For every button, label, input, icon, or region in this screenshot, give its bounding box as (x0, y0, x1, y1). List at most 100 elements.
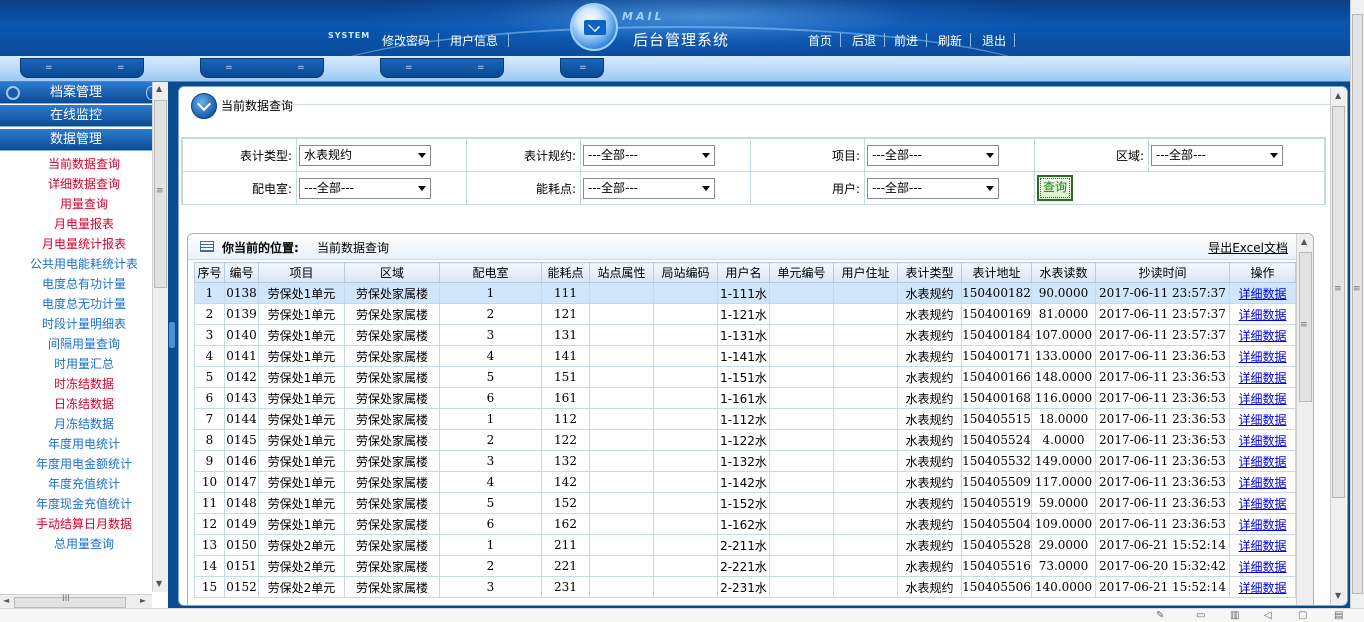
scroll-thumb[interactable] (1332, 106, 1345, 498)
sidebar-menu-item[interactable]: 时冻结数据 (0, 374, 168, 394)
sidebar-scrollbar[interactable]: ▲ ≡ ▼ (152, 82, 168, 592)
power-icon[interactable]: ▭ (1196, 610, 1205, 621)
subbar-tab-1[interactable]: = = (20, 58, 144, 78)
subbar-tab-4[interactable]: = (560, 58, 604, 78)
table-row[interactable]: 2 0139 劳保处1单元 劳保处家属楼 2 121 1-121水 水表规约 150400169… (194, 303, 1296, 325)
column-header[interactable]: 操作 (1229, 262, 1296, 283)
sidebar-menu-item[interactable]: 年度用电金额统计 (0, 454, 168, 474)
details-link[interactable]: 详细数据 (1238, 434, 1286, 448)
table-row[interactable]: 15 0152 劳保处2单元 劳保处家属楼 3 231 2-231水 水表规约 15040550… (194, 576, 1296, 598)
table-row[interactable]: 13 0150 劳保处2单元 劳保处家属楼 1 211 2-211水 水表规约 15040552… (194, 534, 1296, 556)
column-header[interactable]: 表计地址 (961, 262, 1032, 283)
sidebar-menu-item[interactable]: 日冻结数据 (0, 394, 168, 414)
details-link[interactable]: 详细数据 (1238, 392, 1286, 406)
details-link[interactable]: 详细数据 (1238, 539, 1286, 553)
table-row[interactable]: 14 0151 劳保处2单元 劳保处家属楼 2 221 2-221水 水表规约 15040551… (194, 555, 1296, 577)
sidebar-menu-item[interactable]: 年度充值统计 (0, 474, 168, 494)
layout-icon[interactable]: ▤ (1334, 610, 1343, 621)
change-password-link[interactable]: 修改密码 (376, 32, 436, 49)
column-header[interactable]: 区域 (344, 262, 440, 283)
column-header[interactable]: 单元编号 (769, 262, 834, 283)
scroll-left-icon[interactable]: ◄ (3, 596, 9, 605)
scroll-thumb[interactable] (1352, 14, 1363, 594)
trash-icon[interactable]: ▥ (1230, 610, 1239, 621)
sidebar-section-data[interactable]: 数据管理 (0, 129, 152, 151)
sidebar-menu-item[interactable]: 年度用电统计 (0, 434, 168, 454)
sidebar-splitter[interactable] (168, 82, 176, 622)
sidebar-menu-item[interactable]: 当前数据查询 (0, 154, 168, 174)
table-row[interactable]: 10 0147 劳保处1单元 劳保处家属楼 4 142 1-142水 水表规约 15040550… (194, 471, 1296, 493)
back-link[interactable]: 后退 (846, 32, 882, 49)
scroll-down-icon[interactable]: ▼ (1335, 591, 1341, 600)
scroll-down-icon[interactable]: ▼ (156, 579, 162, 588)
sidebar-section-archive[interactable]: 档案管理 (0, 82, 156, 104)
details-link[interactable]: 详细数据 (1238, 308, 1286, 322)
sidebar-menu-item[interactable]: 手动结算日月数据 (0, 514, 168, 534)
meter-type-select[interactable]: 水表规约 (299, 144, 431, 166)
sidebar-menu-item[interactable]: 间隔用量查询 (0, 334, 168, 354)
column-header[interactable]: 序号 (194, 262, 225, 283)
sidebar-menu-item[interactable]: 用量查询 (0, 194, 168, 214)
details-link[interactable]: 详细数据 (1238, 476, 1286, 490)
column-header[interactable]: 表计类型 (897, 262, 962, 283)
sidebar-menu-item[interactable]: 月电量统计报表 (0, 234, 168, 254)
details-link[interactable]: 详细数据 (1238, 497, 1286, 511)
column-header[interactable]: 编号 (224, 262, 259, 283)
table-row[interactable]: 11 0148 劳保处1单元 劳保处家属楼 5 152 1-152水 水表规约 15040551… (194, 492, 1296, 514)
results-scrollbar[interactable]: ▲ ≡ (1296, 234, 1313, 605)
column-header[interactable]: 水表读数 (1031, 262, 1096, 283)
column-header[interactable]: 用户名 (717, 262, 770, 283)
column-header[interactable]: 抄读时间 (1095, 262, 1230, 283)
subbar-tab-3[interactable]: = = (380, 58, 504, 78)
table-row[interactable]: 8 0145 劳保处1单元 劳保处家属楼 2 122 1-122水 水表规约 150405524… (194, 429, 1296, 451)
table-row[interactable]: 3 0140 劳保处1单元 劳保处家属楼 3 131 1-131水 水表规约 150400184… (194, 324, 1296, 346)
sidebar-menu-item[interactable]: 电度总无功计量 (0, 294, 168, 314)
sidebar-menu-item[interactable]: 月电量报表 (0, 214, 168, 234)
sidebar-menu-item[interactable]: 公共用电能耗统计表 (0, 254, 168, 274)
column-header[interactable]: 局站编码 (653, 262, 718, 283)
details-link[interactable]: 详细数据 (1238, 413, 1286, 427)
table-row[interactable]: 7 0144 劳保处1单元 劳保处家属楼 1 112 1-112水 水表规约 150405515… (194, 408, 1296, 430)
refresh-link[interactable]: 刷新 (932, 32, 968, 49)
user-select[interactable]: ---全部--- (867, 177, 999, 199)
scroll-up-icon[interactable]: ▲ (1301, 237, 1307, 246)
sidebar-menu-item[interactable]: 电度总有功计量 (0, 274, 168, 294)
sidebar-menu-item[interactable]: 总用量查询 (0, 534, 168, 554)
page-scrollbar[interactable]: ≡ (1350, 0, 1364, 608)
meter-protocol-select[interactable]: ---全部--- (583, 144, 715, 166)
project-select[interactable]: ---全部--- (867, 144, 999, 166)
details-link[interactable]: 详细数据 (1238, 350, 1286, 364)
details-link[interactable]: 详细数据 (1238, 329, 1286, 343)
logout-link[interactable]: 退出 (976, 32, 1012, 49)
table-row[interactable]: 1 0138 劳保处1单元 劳保处家属楼 1 111 1-111水 水表规约 150400182… (194, 282, 1296, 304)
sidebar-menu-item[interactable]: 时段计量明细表 (0, 314, 168, 334)
table-row[interactable]: 4 0141 劳保处1单元 劳保处家属楼 4 141 1-141水 水表规约 150400171… (194, 345, 1296, 367)
details-link[interactable]: 详细数据 (1238, 455, 1286, 469)
subbar-tab-2[interactable]: = = (200, 58, 324, 78)
splitter-knob[interactable] (169, 322, 175, 348)
scroll-up-icon[interactable]: ▲ (156, 84, 162, 93)
scroll-right-icon[interactable]: ► (140, 596, 146, 605)
home-link[interactable]: 首页 (802, 32, 838, 49)
details-link[interactable]: 详细数据 (1238, 287, 1286, 301)
window-icon[interactable]: ▢ (1298, 610, 1307, 621)
column-header[interactable]: 能耗点 (541, 262, 590, 283)
network-icon[interactable]: ✎ (1156, 610, 1164, 621)
details-link[interactable]: 详细数据 (1238, 560, 1286, 574)
scroll-up-icon[interactable]: ▲ (1335, 91, 1341, 100)
column-header[interactable]: 用户住址 (833, 262, 898, 283)
user-info-link[interactable]: 用户信息 (444, 32, 504, 49)
export-excel-link[interactable]: 导出Excel文档 (1208, 239, 1288, 256)
details-link[interactable]: 详细数据 (1238, 518, 1286, 532)
column-header[interactable]: 配电室 (439, 262, 542, 283)
table-row[interactable]: 9 0146 劳保处1单元 劳保处家属楼 3 132 1-132水 水表规约 150405532… (194, 450, 1296, 472)
sidebar-menu-item[interactable]: 详细数据查询 (0, 174, 168, 194)
content-scrollbar[interactable]: ▲ ≡ ▼ (1330, 88, 1346, 604)
column-header[interactable]: 项目 (258, 262, 345, 283)
query-button[interactable]: 查询 (1037, 175, 1073, 201)
details-link[interactable]: 详细数据 (1238, 581, 1286, 595)
scroll-thumb[interactable] (14, 597, 126, 608)
sidebar-section-monitor[interactable]: 在线监控 (0, 105, 152, 127)
table-row[interactable]: 12 0149 劳保处1单元 劳保处家属楼 6 162 1-162水 水表规约 15040550… (194, 513, 1296, 535)
energy-point-select[interactable]: ---全部--- (583, 177, 715, 199)
